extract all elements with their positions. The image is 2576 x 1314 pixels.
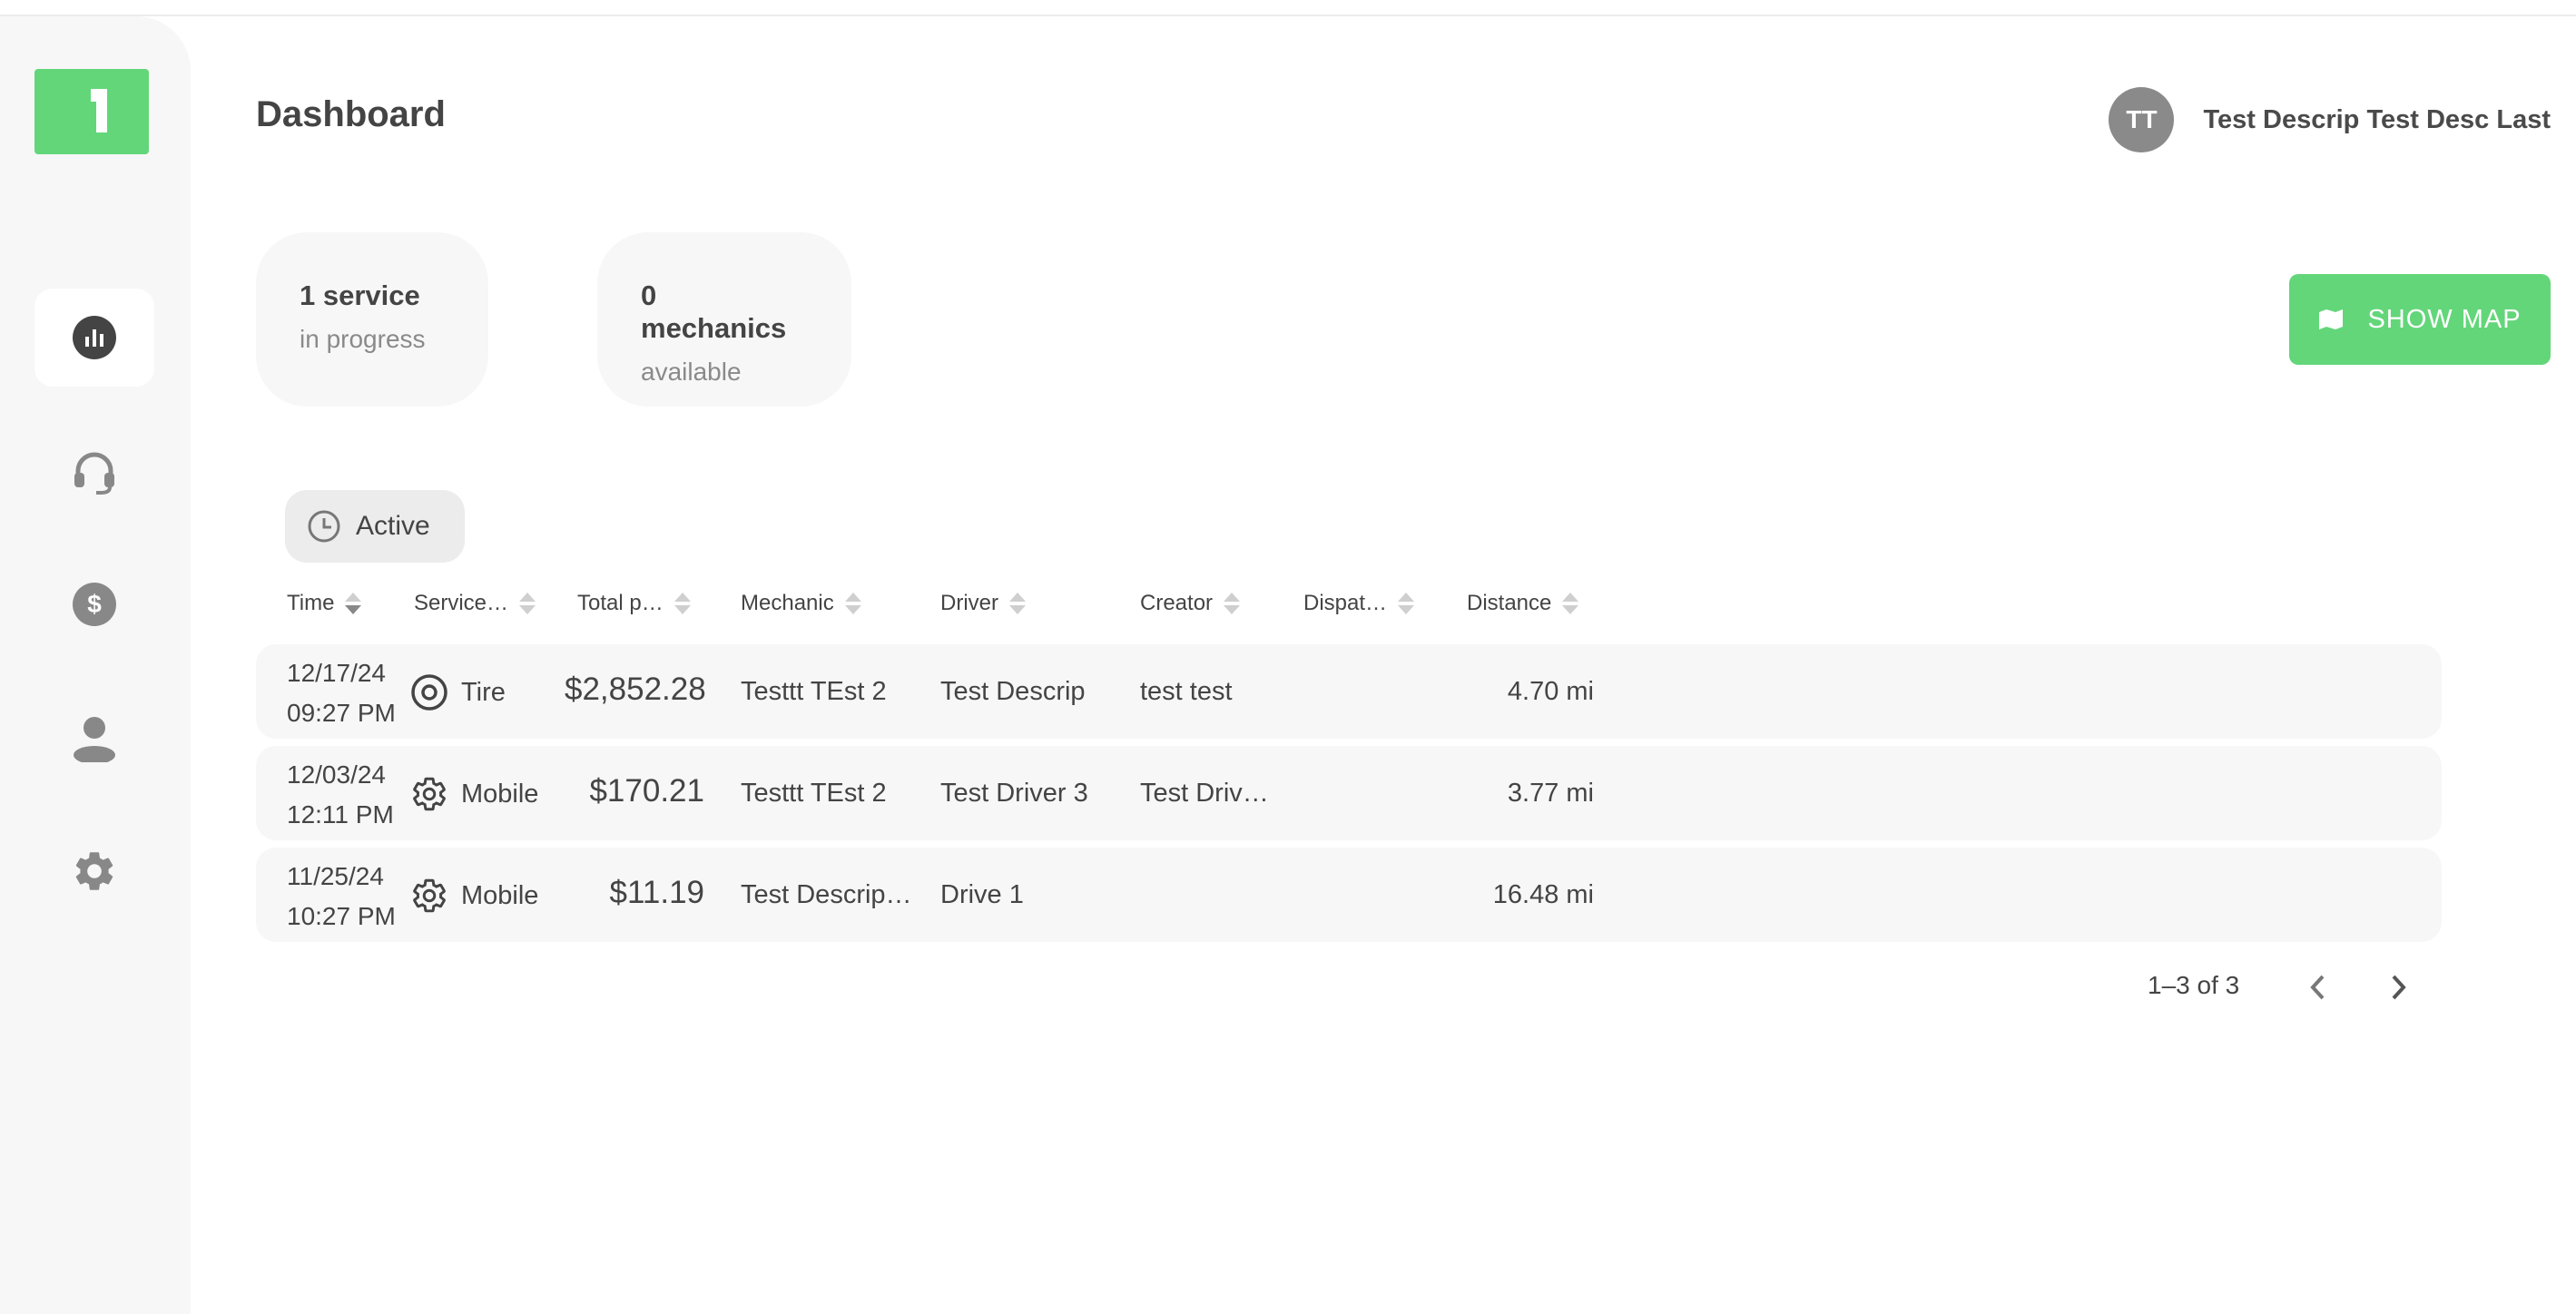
sort-icon[interactable] [1009,593,1026,614]
column-header-mechanic[interactable]: Mechanic [741,588,861,619]
column-header-total-price[interactable]: Total p… [577,588,691,619]
sidebar-item-support[interactable] [34,423,154,521]
cell-mechanic: Testtt TEst 2 [741,779,887,808]
map-icon [2319,309,2344,329]
cell-driver: Test Driver 3 [940,779,1088,808]
avatar[interactable]: TT [2109,87,2175,152]
sort-icon[interactable] [673,593,691,614]
column-header-dispatcher[interactable]: Dispat… [1303,588,1415,619]
cell-creator: test test [1140,677,1233,706]
row-date: 12/17/24 [287,659,386,687]
next-page-button[interactable] [2376,966,2420,1009]
stat-card-mechanics: 0 mechanics available [597,232,851,407]
table-row[interactable]: 12/17/24 09:27 PM Tire $2,852.28 Testtt … [256,644,2442,739]
chevron-left-icon [2310,975,2325,1000]
column-label: Dispat… [1303,591,1388,615]
column-header-service[interactable]: Service… [414,588,536,619]
cell-distance: 3.77 mi [1507,779,1594,808]
cell-time: 12/17/24 09:27 PM [287,653,396,733]
stat-label: available [641,358,742,386]
sidebar-item-settings[interactable] [34,822,154,920]
column-label: Creator [1140,591,1214,615]
sort-icon[interactable] [519,593,536,614]
sort-icon[interactable] [1224,593,1241,614]
column-header-driver[interactable]: Driver [940,588,1026,619]
column-label: Total p… [577,591,664,615]
sidebar: $ [0,16,191,1314]
show-map-label: SHOW MAP [2367,304,2522,334]
row-time: 09:27 PM [287,699,396,727]
headset-icon [74,452,114,495]
sort-icon[interactable] [1398,593,1415,614]
sort-icon[interactable] [1562,593,1579,614]
cell-driver: Drive 1 [940,880,1024,909]
column-header-distance[interactable]: Distance [1467,588,1579,619]
sidebar-item-dashboard[interactable] [34,289,154,387]
row-time: 12:11 PM [287,800,394,829]
service-label: Mobile [461,880,539,910]
dollar-icon: $ [73,583,116,626]
bar-chart-icon [73,316,116,359]
row-time: 10:27 PM [287,902,396,930]
service-label: Mobile [461,779,539,809]
user-menu[interactable]: TT Test Descrip Test Desc Last [2109,87,2551,152]
gear-icon [75,852,113,890]
cell-mechanic: Test Descrip… [741,880,912,909]
chevron-right-icon [2392,975,2406,1000]
table-row[interactable]: 12/03/24 12:11 PM Mobile $170.21 Testtt … [256,746,2442,840]
cell-service: Mobile [410,775,538,813]
sort-icon[interactable] [844,593,861,614]
sidebar-item-billing[interactable]: $ [34,555,154,653]
column-label: Mechanic [741,591,834,615]
cell-service: Mobile [410,877,538,915]
service-label: Tire [461,677,506,707]
cell-total: $170.21 [589,773,704,809]
gear-icon [413,777,446,811]
cell-time: 12/03/24 12:11 PM [287,755,394,835]
column-label: Service… [414,591,509,615]
sort-icon[interactable] [345,593,362,614]
logo-mark-icon [91,89,107,132]
cell-service: Tire [410,673,506,711]
cell-total: $2,852.28 [565,672,706,707]
stat-label: in progress [300,325,426,353]
row-date: 12/03/24 [287,760,386,789]
prev-page-button[interactable] [2296,966,2340,1009]
gear-icon [413,878,446,913]
column-label: Time [287,591,335,615]
stat-card-services: 1 service in progress [256,232,488,407]
stat-value: 1 service [300,279,420,311]
cell-distance: 4.70 mi [1507,677,1594,706]
table-row[interactable]: 11/25/24 10:27 PM Mobile $11.19 Test Des… [256,848,2442,942]
pagination-label: 1–3 of 3 [2148,971,2240,999]
cell-time: 11/25/24 10:27 PM [287,857,396,936]
person-icon [74,717,115,762]
top-divider [0,15,2576,16]
cell-mechanic: Testtt TEst 2 [741,677,887,706]
app-logo[interactable] [34,69,149,154]
column-header-time[interactable]: Time [287,588,362,619]
svg-text:$: $ [87,590,102,618]
cell-driver: Test Descrip [940,677,1086,706]
column-label: Driver [940,591,998,615]
stat-value: 0 mechanics [641,279,787,344]
clock-icon [308,510,340,543]
cell-distance: 16.48 mi [1492,880,1594,909]
row-date: 11/25/24 [287,862,384,890]
column-header-creator[interactable]: Creator [1140,588,1241,619]
user-name[interactable]: Test Descrip Test Desc Last [2203,105,2551,135]
cell-total: $11.19 [609,875,704,910]
sidebar-item-account[interactable] [34,690,154,788]
page-title: Dashboard [256,94,446,134]
column-label: Distance [1467,591,1552,615]
cell-creator: Test Driv… [1140,779,1269,808]
filter-chip-active[interactable]: Active [285,490,465,563]
filter-label: Active [356,511,430,541]
show-map-button[interactable]: SHOW MAP [2289,274,2551,365]
tire-icon [411,674,447,711]
